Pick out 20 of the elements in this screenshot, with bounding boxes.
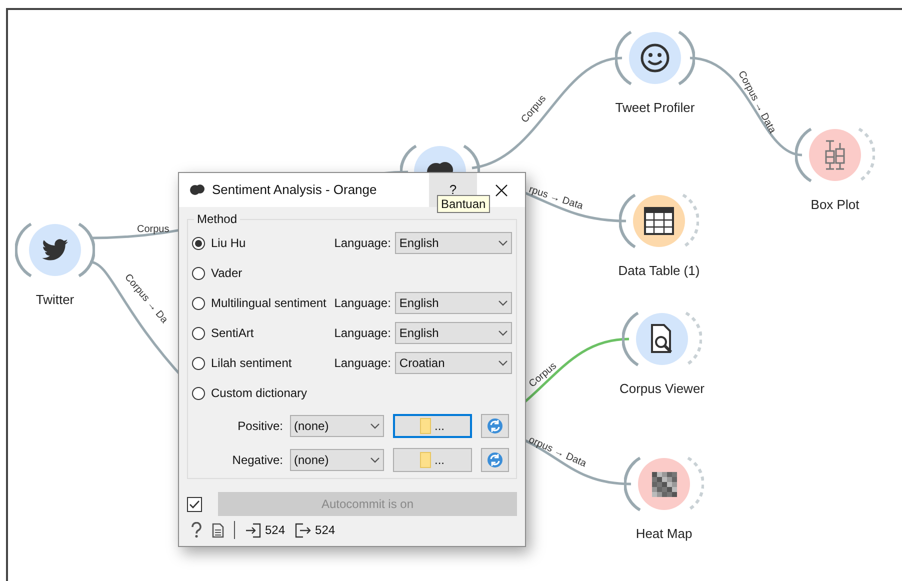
node-label: Tweet Profiler xyxy=(615,99,695,117)
field-label: Positive: xyxy=(236,418,284,435)
node-label: Corpus Viewer xyxy=(619,380,705,398)
input-count: 524 xyxy=(265,522,286,539)
tooltip: Bantuan xyxy=(437,195,490,213)
window-title: Sentiment Analysis - Orange xyxy=(212,181,377,200)
node-label: Heat Map xyxy=(636,525,692,543)
group-title: Method xyxy=(194,212,240,226)
field-label: Negative: xyxy=(231,452,284,469)
link-label: Corpus xyxy=(137,224,170,236)
link-label: orpus → Data xyxy=(526,434,588,471)
node-label: Box Plot xyxy=(810,196,860,214)
language-label: Language: xyxy=(334,295,392,312)
language-label: Language: xyxy=(334,325,392,342)
output-count: 524 xyxy=(315,522,336,539)
link-label: rpus → Data xyxy=(527,184,584,214)
language-label: Language: xyxy=(334,235,392,252)
language-label: Language: xyxy=(334,355,392,372)
node-label: Data Table (1) xyxy=(618,262,700,280)
node-label: Twitter xyxy=(36,291,74,309)
